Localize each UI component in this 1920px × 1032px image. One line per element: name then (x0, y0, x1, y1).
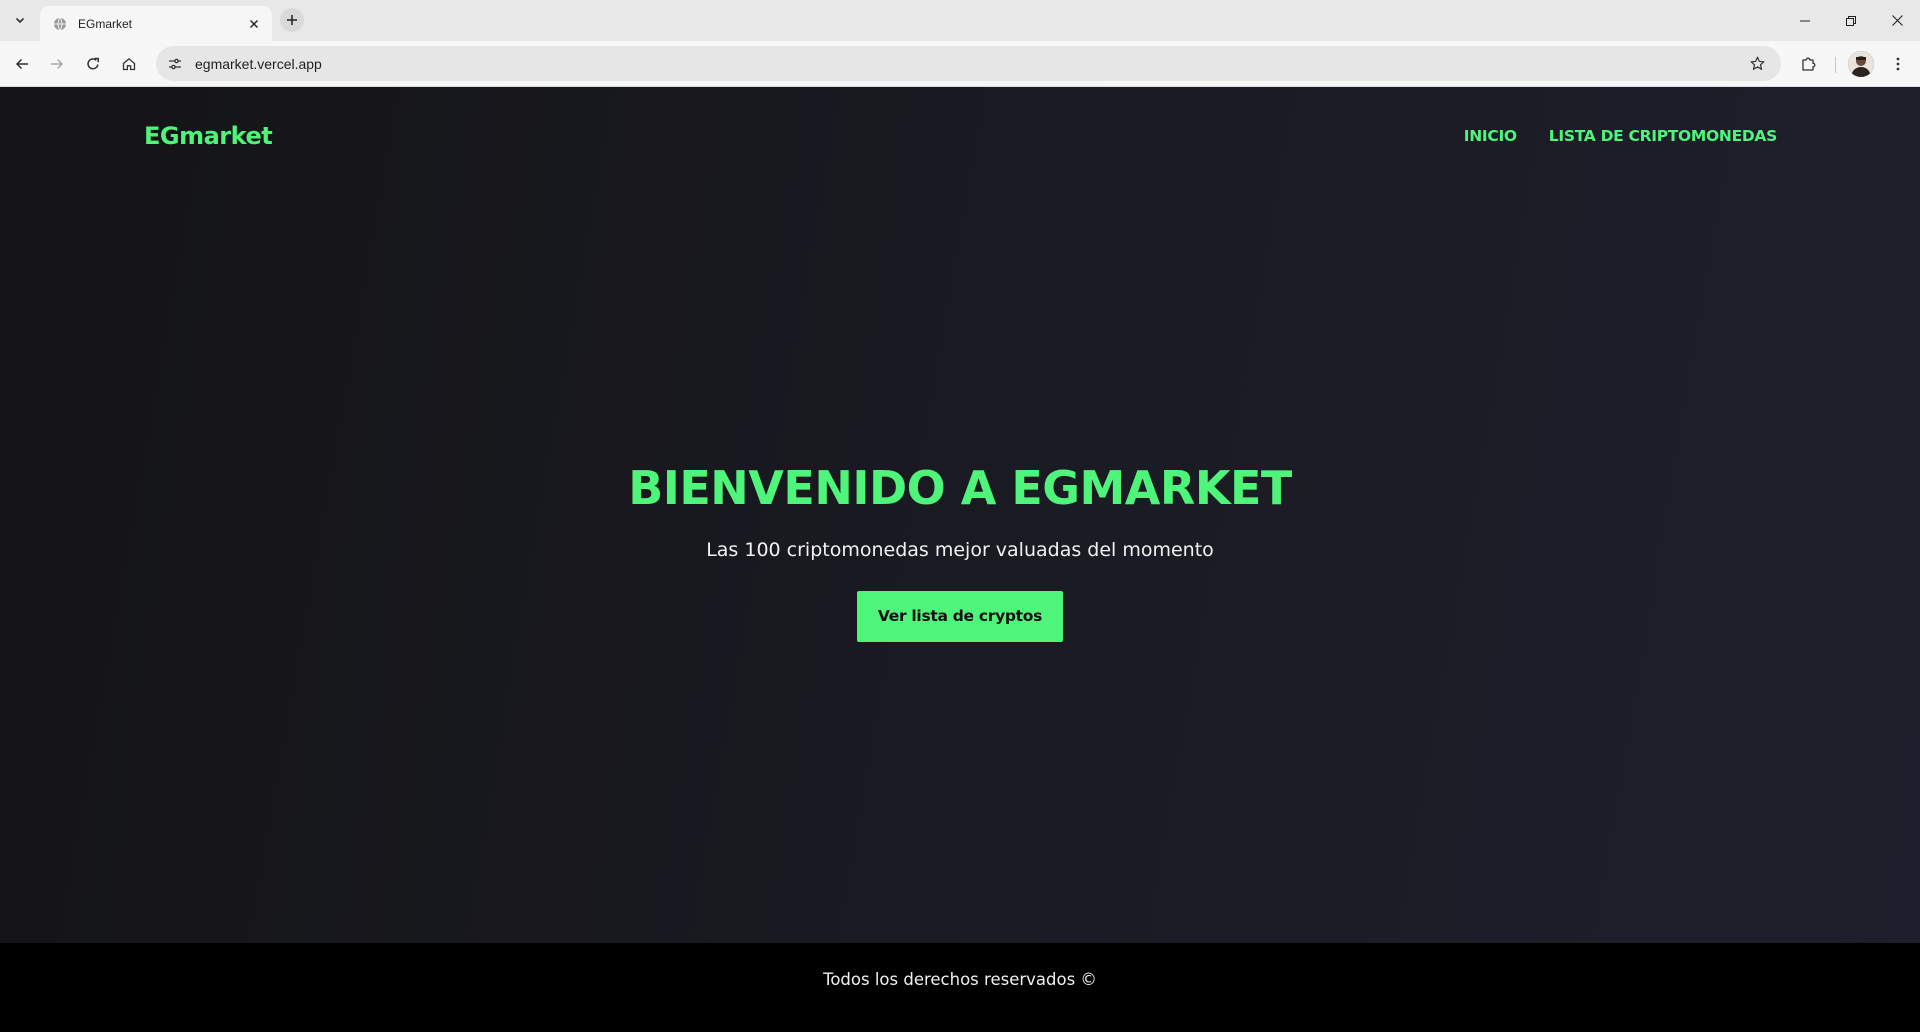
footer-copyright: Todos los derechos reservados © (823, 969, 1097, 989)
tab-close-button[interactable] (244, 14, 264, 34)
nav-link-lista-criptomonedas[interactable]: LISTA DE CRIPTOMONEDAS (1549, 127, 1778, 145)
url-text[interactable]: egmarket.vercel.app (195, 56, 1743, 72)
new-tab-button[interactable] (280, 8, 304, 32)
view-cryptos-button[interactable]: Ver lista de cryptos (857, 591, 1063, 642)
restore-icon (1846, 15, 1856, 26)
nav-link-inicio[interactable]: INICIO (1464, 127, 1517, 145)
arrow-left-icon (15, 58, 28, 70)
plus-icon (287, 15, 297, 25)
site-header: EGmarket INICIO LISTA DE CRIPTOMONEDAS (0, 87, 1920, 183)
close-window-button[interactable] (1874, 0, 1920, 41)
browser-menu-button[interactable] (1884, 50, 1912, 78)
toolbar-divider (1835, 57, 1836, 73)
page-content: EGmarket INICIO LISTA DE CRIPTOMONEDAS B… (0, 87, 1920, 1032)
reload-button[interactable] (79, 50, 107, 78)
hero-title: BIENVENIDO A EGMARKET (628, 461, 1292, 515)
site-footer: Todos los derechos reservados © (0, 943, 1920, 1032)
forward-button[interactable] (43, 50, 71, 78)
profile-avatar[interactable] (1848, 51, 1874, 77)
star-icon (1750, 56, 1764, 70)
site-logo[interactable]: EGmarket (144, 122, 273, 150)
bookmark-button[interactable] (1743, 50, 1771, 78)
browser-tab-strip: EGmarket (0, 0, 1920, 41)
tune-icon (169, 58, 181, 69)
browser-tab[interactable]: EGmarket (40, 6, 272, 41)
site-nav: INICIO LISTA DE CRIPTOMONEDAS (1464, 127, 1778, 145)
restore-button[interactable] (1828, 0, 1874, 41)
chevron-down-icon (15, 17, 25, 24)
tab-list-button[interactable] (9, 9, 31, 31)
site-info-button[interactable] (162, 51, 188, 77)
globe-icon (52, 16, 68, 32)
minimize-icon (1800, 20, 1810, 21)
close-icon (1891, 15, 1903, 26)
arrow-right-icon (51, 58, 64, 70)
home-button[interactable] (115, 50, 143, 78)
home-icon (122, 57, 136, 71)
window-controls (1782, 0, 1920, 41)
extensions-button[interactable] (1795, 50, 1823, 78)
address-bar[interactable]: egmarket.vercel.app (156, 46, 1781, 81)
minimize-button[interactable] (1782, 0, 1828, 41)
tab-title: EGmarket (78, 16, 133, 31)
close-icon (250, 19, 258, 28)
back-button[interactable] (8, 50, 36, 78)
browser-toolbar: egmarket.vercel.app (0, 41, 1920, 87)
hero-subtitle: Las 100 criptomonedas mejor valuadas del… (706, 539, 1214, 561)
hero-section: BIENVENIDO A EGMARKET Las 100 criptomone… (0, 465, 1920, 642)
puzzle-icon (1802, 57, 1816, 71)
kebab-menu-icon (1896, 57, 1900, 71)
reload-icon (87, 57, 99, 70)
